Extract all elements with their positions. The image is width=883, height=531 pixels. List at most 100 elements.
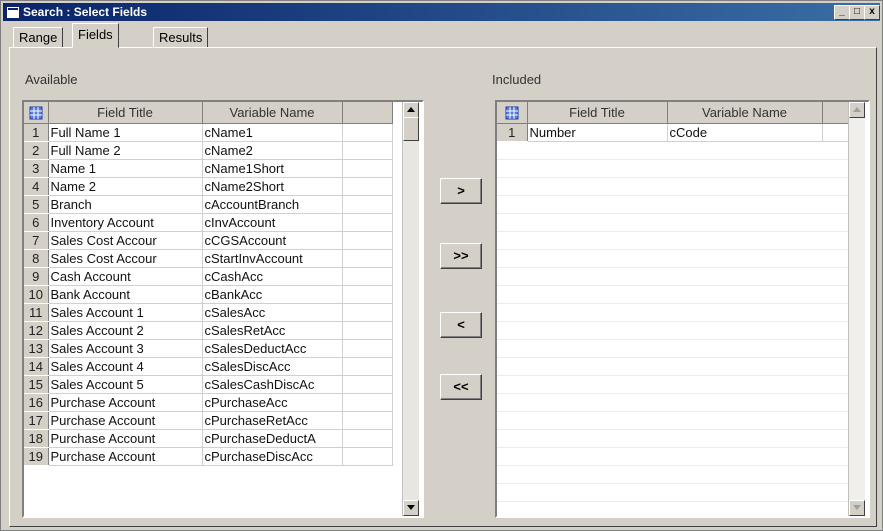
row-number[interactable]: 5 [24, 195, 49, 214]
row-number[interactable]: 1 [24, 123, 49, 142]
row-number[interactable]: 15 [24, 375, 49, 394]
field-title-cell[interactable]: Sales Account 3 [48, 339, 203, 358]
variable-name-cell[interactable]: cCGSAccount [202, 231, 343, 250]
field-title-cell[interactable]: Sales Account 4 [48, 357, 203, 376]
table-row[interactable] [497, 375, 848, 394]
table-row[interactable]: 9 Cash Account cCashAcc [24, 267, 393, 286]
title-bar[interactable]: Search : Select Fields _ □ x [3, 3, 880, 21]
variable-name-cell[interactable]: cSalesAcc [202, 303, 343, 322]
table-row[interactable]: 2 Full Name 2 cName2 [24, 141, 393, 160]
table-row[interactable]: 17 Purchase Account cPurchaseRetAcc [24, 411, 393, 430]
variable-name-cell[interactable]: cPurchaseDiscAcc [202, 447, 343, 466]
table-row[interactable] [497, 249, 848, 268]
column-header-variable-name[interactable]: Variable Name [202, 102, 343, 124]
column-header-field-title[interactable]: Field Title [527, 102, 668, 124]
variable-name-cell[interactable]: cCashAcc [202, 267, 343, 286]
variable-name-cell[interactable]: cSalesCashDiscAc [202, 375, 343, 394]
variable-name-cell[interactable]: cSalesDiscAcc [202, 357, 343, 376]
field-title-cell[interactable]: Inventory Account [48, 213, 203, 232]
add-field-button[interactable]: > [440, 178, 482, 204]
table-row[interactable]: 19 Purchase Account cPurchaseDiscAcc [24, 447, 393, 466]
table-row[interactable] [497, 393, 848, 412]
table-row[interactable] [497, 357, 848, 376]
row-number[interactable]: 9 [24, 267, 49, 286]
field-title-cell[interactable]: Branch [48, 195, 203, 214]
table-row[interactable]: 7 Sales Cost Accour cCGSAccount [24, 231, 393, 250]
variable-name-cell[interactable]: cName1Short [202, 159, 343, 178]
scroll-thumb[interactable] [403, 117, 419, 141]
variable-name-cell[interactable]: cPurchaseDeductA [202, 429, 343, 448]
table-row[interactable] [497, 231, 848, 250]
scroll-up-button[interactable] [403, 102, 419, 118]
table-row[interactable]: 12 Sales Account 2 cSalesRetAcc [24, 321, 393, 340]
table-row[interactable]: 3 Name 1 cName1Short [24, 159, 393, 178]
field-title-cell[interactable]: Sales Account 1 [48, 303, 203, 322]
table-row[interactable] [497, 285, 848, 304]
row-number[interactable]: 2 [24, 141, 49, 160]
table-row[interactable]: 14 Sales Account 4 cSalesDiscAcc [24, 357, 393, 376]
table-row[interactable] [497, 447, 848, 466]
remove-field-button[interactable]: < [440, 312, 482, 338]
variable-name-cell[interactable]: cName2Short [202, 177, 343, 196]
table-row[interactable] [497, 321, 848, 340]
table-row[interactable]: 1 Number cCode [497, 123, 849, 142]
row-number[interactable]: 4 [24, 177, 49, 196]
table-row[interactable]: 10 Bank Account cBankAcc [24, 285, 393, 304]
field-title-cell[interactable]: Name 2 [48, 177, 203, 196]
table-row[interactable] [497, 177, 848, 196]
table-row[interactable]: 1 Full Name 1 cName1 [24, 123, 393, 142]
field-title-cell[interactable]: Purchase Account [48, 447, 203, 466]
row-number[interactable]: 18 [24, 429, 49, 448]
variable-name-cell[interactable]: cBankAcc [202, 285, 343, 304]
table-row[interactable] [497, 483, 848, 502]
field-title-cell[interactable]: Purchase Account [48, 411, 203, 430]
table-row[interactable]: 6 Inventory Account cInvAccount [24, 213, 393, 232]
row-number[interactable]: 14 [24, 357, 49, 376]
field-title-cell[interactable]: Name 1 [48, 159, 203, 178]
tab-range[interactable]: Range [13, 27, 64, 48]
table-row[interactable] [497, 159, 848, 178]
table-row[interactable] [497, 213, 848, 232]
tab-fields[interactable]: Fields [72, 23, 119, 48]
table-row[interactable] [497, 303, 848, 322]
field-title-cell[interactable]: Full Name 2 [48, 141, 203, 160]
maximize-button[interactable]: □ [849, 5, 865, 20]
table-row[interactable] [497, 141, 848, 160]
table-row[interactable]: 13 Sales Account 3 cSalesDeductAcc [24, 339, 393, 358]
grid-corner[interactable] [497, 102, 528, 124]
table-row[interactable]: 11 Sales Account 1 cSalesAcc [24, 303, 393, 322]
available-scrollbar[interactable] [402, 102, 419, 516]
table-row[interactable] [497, 339, 848, 358]
tab-results[interactable]: Results [153, 27, 209, 48]
field-title-cell[interactable]: Full Name 1 [48, 123, 203, 142]
table-row[interactable] [497, 411, 848, 430]
variable-name-cell[interactable]: cInvAccount [202, 213, 343, 232]
scroll-down-button[interactable] [849, 500, 865, 516]
field-title-cell[interactable]: Number [527, 123, 668, 142]
table-row[interactable] [497, 465, 848, 484]
row-number[interactable]: 12 [24, 321, 49, 340]
column-header-field-title[interactable]: Field Title [48, 102, 203, 124]
variable-name-cell[interactable]: cSalesRetAcc [202, 321, 343, 340]
table-row[interactable] [497, 267, 848, 286]
variable-name-cell[interactable]: cName1 [202, 123, 343, 142]
included-scrollbar[interactable] [848, 102, 865, 516]
variable-name-cell[interactable]: cSalesDeductAcc [202, 339, 343, 358]
field-title-cell[interactable]: Sales Cost Accour [48, 249, 203, 268]
row-number[interactable]: 10 [24, 285, 49, 304]
scroll-down-button[interactable] [403, 500, 419, 516]
row-number[interactable]: 17 [24, 411, 49, 430]
row-number[interactable]: 16 [24, 393, 49, 412]
available-grid[interactable]: Field Title Variable Name 1 Full Name 1 cN… [22, 100, 424, 518]
table-row[interactable] [497, 195, 848, 214]
row-number[interactable]: 8 [24, 249, 49, 268]
field-title-cell[interactable]: Sales Cost Accour [48, 231, 203, 250]
field-title-cell[interactable]: Sales Account 5 [48, 375, 203, 394]
table-row[interactable]: 8 Sales Cost Accour cStartInvAccount [24, 249, 393, 268]
field-title-cell[interactable]: Cash Account [48, 267, 203, 286]
table-row[interactable]: 18 Purchase Account cPurchaseDeductA [24, 429, 393, 448]
add-all-fields-button[interactable]: >> [440, 243, 482, 269]
field-title-cell[interactable]: Purchase Account [48, 393, 203, 412]
row-number[interactable]: 3 [24, 159, 49, 178]
table-row[interactable]: 4 Name 2 cName2Short [24, 177, 393, 196]
